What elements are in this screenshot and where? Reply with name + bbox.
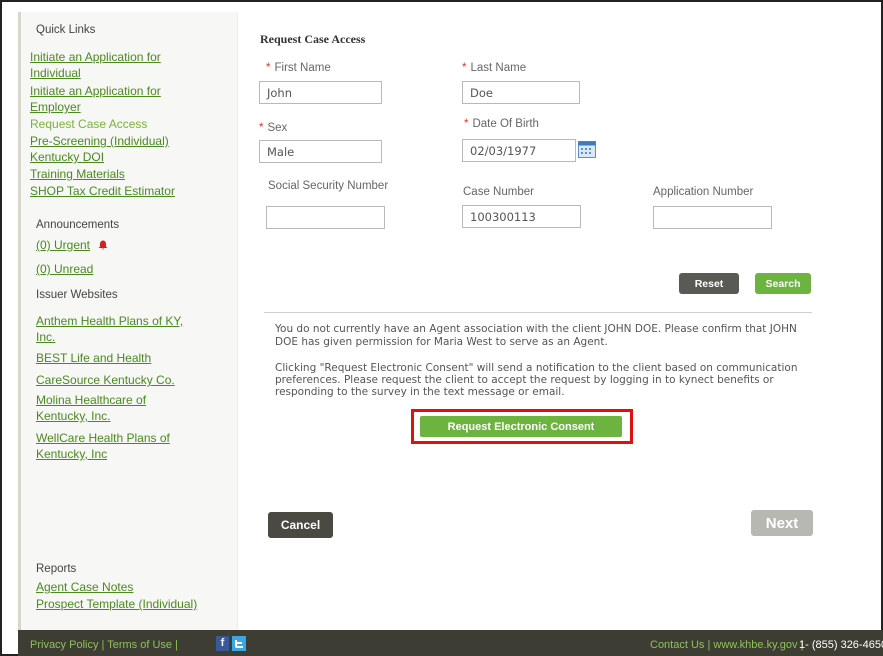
case-number-input[interactable]: 100300113: [462, 205, 581, 228]
phone-number: 1- (855) 326-4650: [799, 639, 883, 651]
quick-link-training-materials[interactable]: Training Materials: [30, 166, 125, 182]
last-name-label: * Last Name: [462, 62, 527, 74]
quick-link-initiate-employer[interactable]: Initiate an Application for Employer: [30, 83, 161, 115]
issuer-link-anthem[interactable]: Anthem Health Plans of KY, Inc.: [36, 313, 183, 345]
sidebar-edge: [18, 12, 21, 630]
last-name-input[interactable]: Doe: [462, 81, 580, 104]
application-number-input[interactable]: [653, 206, 772, 229]
application-number-label: Application Number: [653, 186, 754, 198]
reports-heading: Reports: [36, 563, 77, 575]
issuer-link-molina[interactable]: Molina Healthcare of Kentucky, Inc.: [36, 392, 146, 424]
footer-legal-links[interactable]: Privacy Policy | Terms of Use |: [30, 639, 178, 651]
quick-links-heading: Quick Links: [36, 24, 96, 36]
ssn-input[interactable]: [266, 206, 385, 229]
issuer-websites-heading: Issuer Websites: [36, 289, 118, 301]
case-number-label: Case Number: [463, 186, 534, 198]
dob-label: * Date Of Birth: [464, 118, 539, 130]
cancel-button[interactable]: Cancel: [268, 512, 333, 538]
quick-link-kentucky-doi[interactable]: Kentucky DOI: [30, 149, 104, 165]
agent-association-message: You do not currently have an Agent assoc…: [275, 323, 797, 348]
page-frame: Quick Links Initiate an Application for I…: [0, 0, 883, 656]
urgent-announcements-link[interactable]: (0) Urgent: [36, 237, 108, 253]
report-link-prospect-template[interactable]: Prospect Template (Individual): [36, 596, 197, 612]
quick-link-shop-tax-credit[interactable]: SHOP Tax Credit Estimator: [30, 183, 175, 199]
dob-input[interactable]: 02/03/1977: [462, 139, 576, 162]
reset-button[interactable]: Reset: [679, 273, 739, 294]
form-title: Request Case Access: [260, 32, 366, 46]
calendar-icon[interactable]: [578, 141, 596, 158]
contact-us-link[interactable]: Contact Us | www.khbe.ky.gov |: [650, 639, 803, 651]
quick-link-request-case-access[interactable]: Request Case Access: [30, 116, 147, 132]
ssn-label: Social Security Number: [268, 180, 389, 192]
footer: Privacy Policy | Terms of Use | f Contac…: [18, 630, 883, 656]
next-button[interactable]: Next: [751, 510, 813, 536]
sex-select[interactable]: Male: [259, 140, 382, 163]
first-name-label: * First Name: [266, 62, 331, 74]
unread-announcements-link[interactable]: (0) Unread: [36, 261, 93, 277]
section-divider: [264, 312, 812, 313]
issuer-link-caresource[interactable]: CareSource Kentucky Co.: [36, 372, 175, 388]
request-electronic-consent-button[interactable]: Request Electronic Consent: [420, 416, 622, 437]
issuer-link-best-life[interactable]: BEST Life and Health: [36, 350, 151, 366]
facebook-icon[interactable]: f: [216, 636, 229, 651]
first-name-input[interactable]: John: [259, 81, 382, 104]
report-link-agent-case-notes[interactable]: Agent Case Notes: [36, 579, 133, 595]
twitter-icon[interactable]: [232, 636, 246, 651]
bell-icon: [98, 240, 108, 250]
consent-instructions-message: Clicking "Request Electronic Consent" wi…: [275, 362, 798, 398]
announcements-heading: Announcements: [36, 219, 120, 231]
search-button[interactable]: Search: [755, 273, 811, 294]
issuer-link-wellcare[interactable]: WellCare Health Plans of Kentucky, Inc: [36, 430, 170, 462]
quick-link-initiate-individual[interactable]: Initiate an Application for Individual: [30, 49, 161, 81]
quick-link-pre-screening[interactable]: Pre-Screening (Individual): [30, 133, 169, 149]
sex-label: * Sex: [259, 122, 288, 134]
